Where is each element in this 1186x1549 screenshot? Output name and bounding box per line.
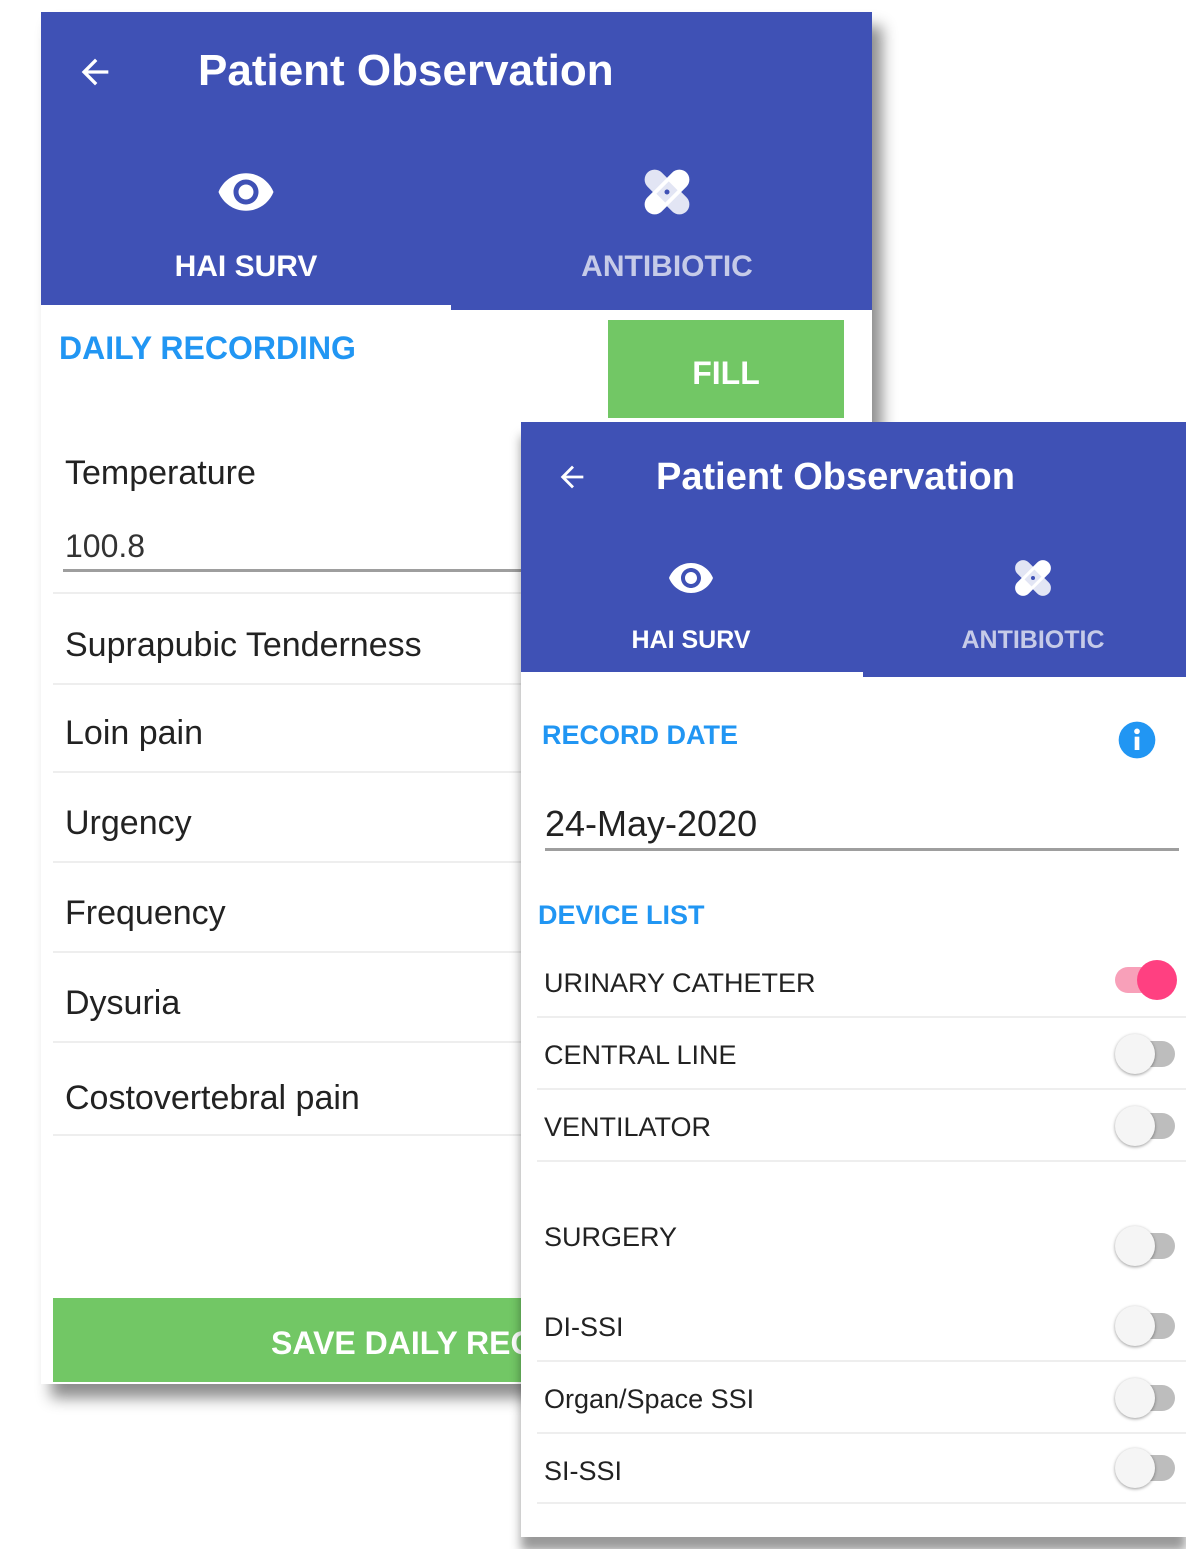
tab-label: ANTIBIOTIC <box>581 250 753 283</box>
temperature-label: Temperature <box>65 454 256 492</box>
switch-thumb <box>1115 1034 1155 1074</box>
tab-antibiotic[interactable]: ANTIBIOTIC <box>462 162 872 284</box>
page-title: Patient Observation <box>656 456 1015 498</box>
divider <box>537 1088 1186 1090</box>
page-title: Patient Observation <box>198 46 614 95</box>
divider <box>537 1160 1186 1162</box>
switch-thumb <box>1137 960 1177 1000</box>
symptom-label: Suprapubic Tenderness <box>65 626 422 664</box>
device-label: SI-SSI <box>544 1456 623 1486</box>
tab-hai-surv[interactable]: HAI SURV <box>41 162 451 284</box>
app-bar: Patient Observation HAI SURV ANTIBIOTIC <box>41 12 872 310</box>
switch-thumb <box>1115 1106 1155 1146</box>
record-date-input[interactable] <box>545 800 1179 851</box>
switch-thumb <box>1115 1306 1155 1346</box>
switch-thumb <box>1115 1226 1155 1266</box>
tab-hai-surv[interactable]: HAI SURV <box>521 554 861 655</box>
divider <box>537 1360 1186 1362</box>
device-label: VENTILATOR <box>544 1112 712 1142</box>
temperature-input[interactable] <box>63 523 537 572</box>
symptom-label: Loin pain <box>65 714 204 752</box>
divider <box>537 1432 1186 1434</box>
info-icon[interactable] <box>1117 720 1157 760</box>
tab-indicator <box>41 305 451 310</box>
section-title-daily-recording: DAILY RECORDING <box>59 330 356 366</box>
tab-label: HAI SURV <box>174 250 318 283</box>
list-item: SI-SSI <box>537 422 1186 1504</box>
bandage-icon <box>644 169 690 215</box>
device-label: DI-SSI <box>544 1312 624 1342</box>
eye-icon <box>218 173 274 211</box>
arrow-back-icon[interactable] <box>554 460 590 494</box>
arrow-back-icon[interactable] <box>73 52 117 92</box>
eye-icon <box>669 563 713 593</box>
device-label: URINARY CATHETER <box>544 968 816 998</box>
fill-button[interactable]: FILL <box>608 320 844 418</box>
symptom-label: Frequency <box>65 894 226 932</box>
device-label: SURGERY <box>544 1222 678 1252</box>
bandage-icon <box>1015 560 1051 596</box>
symptom-label: Costovertebral pain <box>65 1079 360 1117</box>
section-title-device-list: DEVICE LIST <box>538 900 705 930</box>
tab-label: HAI SURV <box>631 626 751 654</box>
symptom-label: Urgency <box>65 804 192 842</box>
app-bar: Patient Observation HAI SURV ANTIBIOTIC <box>521 422 1186 677</box>
tab-antibiotic[interactable]: ANTIBIOTIC <box>863 554 1186 655</box>
tab-indicator <box>521 672 863 677</box>
switch-thumb <box>1115 1378 1155 1418</box>
divider <box>537 1502 1186 1504</box>
list-item[interactable]: Costovertebral pain <box>53 12 872 1136</box>
device-list-screen: Patient Observation HAI SURV ANTIBIOTIC … <box>521 422 1186 1537</box>
section-title-record-date: RECORD DATE <box>542 720 739 750</box>
symptom-label: Dysuria <box>65 984 181 1022</box>
switch-thumb <box>1115 1448 1155 1488</box>
device-label: Organ/Space SSI <box>544 1384 755 1414</box>
divider <box>537 1016 1186 1018</box>
tab-label: ANTIBIOTIC <box>961 626 1105 654</box>
device-label: CENTRAL LINE <box>544 1040 737 1070</box>
